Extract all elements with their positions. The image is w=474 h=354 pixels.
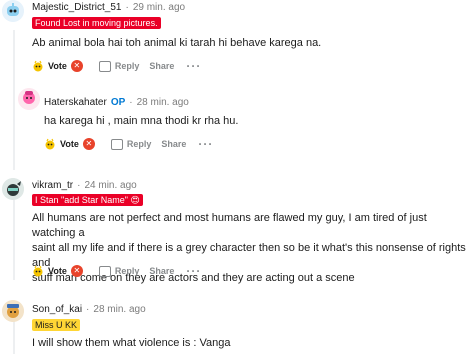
avatar[interactable]: [18, 88, 40, 110]
share-button[interactable]: Share: [149, 61, 174, 71]
timestamp[interactable]: 28 min. ago: [93, 304, 145, 315]
timestamp[interactable]: 24 min. ago: [84, 180, 136, 191]
vote-label: Vote: [48, 266, 67, 276]
more-options-icon[interactable]: ···: [186, 59, 201, 73]
upvote-icon[interactable]: [44, 138, 56, 150]
comment-actions: Vote ✕ Reply Share ···: [32, 263, 201, 279]
downvote-icon[interactable]: ✕: [82, 138, 95, 150]
avatar[interactable]: [2, 0, 24, 22]
comment-text: I will show them what violence is : Vang…: [32, 337, 231, 349]
user-flair: Miss U KK: [32, 319, 81, 331]
reply-label: Reply: [114, 266, 140, 276]
share-button[interactable]: Share: [149, 266, 174, 276]
vote-label: Vote: [48, 61, 67, 71]
author-name[interactable]: Majestic_District_51: [32, 2, 121, 13]
vote-control: Vote ✕: [32, 60, 83, 72]
share-button[interactable]: Share: [161, 139, 186, 149]
user-flair: Found Lost in moving pictures.: [32, 17, 161, 29]
reply-button[interactable]: Reply: [110, 138, 152, 150]
thread-line: [13, 200, 15, 280]
author-name[interactable]: Son_of_kai: [32, 304, 82, 315]
op-badge: OP: [110, 97, 126, 108]
upvote-icon[interactable]: [32, 60, 44, 72]
warrior-avatar-icon: [2, 300, 24, 322]
vote-label: Vote: [60, 139, 79, 149]
avatar[interactable]: [2, 300, 24, 322]
timestamp[interactable]: 28 min. ago: [137, 97, 189, 108]
ninja-avatar-icon: [2, 178, 24, 200]
reply-button[interactable]: Reply: [98, 60, 140, 72]
reply-icon: [110, 138, 123, 150]
robot-avatar-icon: [2, 0, 24, 22]
reply-button[interactable]: Reply: [98, 265, 140, 277]
reply-label: Reply: [126, 139, 152, 149]
separator: ·: [86, 304, 90, 315]
pink-avatar-icon: [18, 88, 40, 110]
more-options-icon[interactable]: ···: [186, 264, 201, 278]
comment-actions: Vote ✕ Reply Share ···: [32, 58, 201, 74]
author-name[interactable]: Haterskahater: [44, 97, 107, 108]
reply-label: Reply: [114, 61, 140, 71]
reply-icon: [98, 265, 111, 277]
downvote-icon[interactable]: ✕: [70, 60, 83, 72]
vote-control: Vote ✕: [32, 265, 83, 277]
author-name[interactable]: vikram_tr: [32, 180, 73, 191]
comment-actions: Vote ✕ Reply Share ···: [44, 136, 213, 152]
more-options-icon[interactable]: ···: [198, 137, 213, 151]
vote-control: Vote ✕: [44, 138, 95, 150]
separator: ·: [125, 2, 129, 13]
comment-text: ha karega hi , main mna thodi kr rha hu.: [44, 115, 239, 127]
comment-text: Ab animal bola hai toh animal ki tarah h…: [32, 37, 322, 49]
upvote-icon[interactable]: [32, 265, 44, 277]
separator: ·: [77, 180, 81, 191]
separator: ·: [129, 97, 133, 108]
comment-text-line: All humans are not perfect and most huma…: [32, 212, 427, 239]
reply-icon: [98, 60, 111, 72]
downvote-icon[interactable]: ✕: [70, 265, 83, 277]
thread-line: [13, 30, 15, 170]
avatar[interactable]: [2, 178, 24, 200]
timestamp[interactable]: 29 min. ago: [133, 2, 185, 13]
user-flair: I Stan "add Star Name" 😍: [32, 194, 143, 206]
